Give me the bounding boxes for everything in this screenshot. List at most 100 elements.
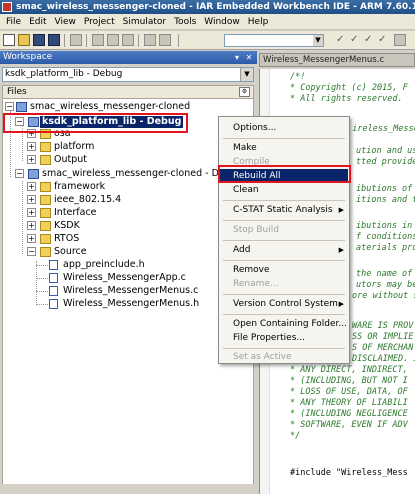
redo-icon[interactable] [159,34,171,46]
open-folder-icon[interactable] [18,34,30,46]
menu-item-file-properties[interactable]: File Properties... [220,331,348,345]
expand-toggle[interactable]: + [27,208,36,217]
menu-item-make[interactable]: Make [220,141,348,155]
folder-icon [40,234,51,244]
copy-icon[interactable] [107,34,119,46]
chevron-down-icon[interactable]: ▼ [313,35,323,46]
tree-connector [36,261,37,305]
window-title-bar: smac_wireless_messenger-cloned - IAR Emb… [0,0,415,14]
folder-icon [40,155,51,165]
expand-toggle[interactable]: + [27,221,36,230]
tree-label: smac_wireless_messenger-cloned - D [42,168,219,179]
menu-separator [223,220,345,221]
code-line: SS OR IMPLIE [352,332,414,342]
toolbar-overflow-icon[interactable] [394,34,406,46]
code-line: * (INCLUDING, BUT NOT I [290,376,408,386]
save-all-icon[interactable] [48,34,60,46]
menu-item-options[interactable]: Options... [220,121,348,135]
check-icon[interactable]: ✓ [378,34,386,46]
menu-simulator[interactable]: Simulator [119,14,170,30]
menu-tools[interactable]: Tools [170,14,200,30]
expand-toggle[interactable]: + [27,234,36,243]
files-header-label: Files [7,87,27,97]
app-icon [2,2,12,12]
code-line: * SOFTWARE, EVEN IF ADV [290,420,408,430]
code-line: */ [290,431,301,441]
settings-icon[interactable]: ⚙ [239,87,250,97]
expand-toggle[interactable]: + [27,142,36,151]
cut-icon[interactable] [92,34,104,46]
undo-icon[interactable] [144,34,156,46]
configuration-select[interactable]: ksdk_platform_lib - Debug ▼ [2,67,254,82]
toolbar-separator [138,34,139,47]
code-line: * ireless_Messenger [342,124,415,134]
folder-icon [40,182,51,192]
expand-toggle[interactable]: + [27,182,36,191]
save-icon[interactable] [33,34,45,46]
code-line-include: #include "Wireless_Mess [290,468,408,478]
tree-label: smac_wireless_messenger-cloned [30,101,191,112]
editor-tab[interactable]: Wireless_MessengerMenus.c [259,53,415,67]
chevron-down-icon[interactable]: ▼ [240,68,253,81]
code-line: /*! [290,72,306,82]
menu-edit[interactable]: Edit [25,14,50,30]
toolbar-separator [178,34,179,47]
menu-item-label: C-STAT Static Analysis [233,205,333,215]
menu-item-label: Version Control System [233,299,338,309]
menu-help[interactable]: Help [244,14,273,30]
menu-item-open-containing-folder[interactable]: Open Containing Folder... [220,317,348,331]
code-line: ibutions of [356,184,413,194]
tree-label: Wireless_MessengerApp.c [63,272,186,283]
tree-label: Interface [54,207,97,218]
code-line: * Copyright (c) 2015, F [290,83,408,93]
collapse-toggle[interactable]: − [15,169,24,178]
menu-separator [223,294,345,295]
menu-item-clean[interactable]: Clean [220,183,348,197]
menu-item-cstat[interactable]: C-STAT Static Analysis ▶ [220,203,348,217]
files-column-header: Files ⚙ [2,85,254,99]
check-icon[interactable]: ✓ [336,34,344,46]
tree-connector [36,265,48,266]
paste-icon[interactable] [122,34,134,46]
menu-project[interactable]: Project [80,14,119,30]
tree-label: platform [54,141,95,152]
folder-open-icon [40,247,51,257]
close-icon[interactable]: ✕ [244,51,254,64]
workspace-icon [16,102,27,112]
code-line: aterials pro [356,243,415,253]
menu-item-remove[interactable]: Remove [220,263,348,277]
menu-item-set-as-active: Set as Active [233,352,292,362]
print-icon[interactable] [70,34,82,46]
menu-item-version-control[interactable]: Version Control System ▶ [220,297,348,311]
expand-toggle[interactable]: + [27,195,36,204]
pin-icon[interactable]: ▾ [232,51,242,64]
menu-file[interactable]: File [2,14,25,30]
code-line: * ANY THEORY OF LIABILI [290,398,408,408]
menu-separator [223,260,345,261]
check-icon[interactable]: ✓ [350,34,358,46]
code-line: itions and t [356,195,415,205]
tree-connector [22,181,23,254]
menu-view[interactable]: View [51,14,80,30]
folder-icon [40,208,51,218]
tree-label: Source [54,246,87,257]
menu-separator [223,240,345,241]
tree-connector [36,278,48,279]
tree-label: Wireless_MessengerMenus.h [63,298,200,309]
menu-separator [223,200,345,201]
expand-toggle[interactable]: + [27,155,36,164]
code-line: * LOSS OF USE, DATA, OF [290,387,408,397]
menu-item-add[interactable]: Add ▶ [220,243,348,257]
c-file-icon [49,286,58,296]
new-file-icon[interactable] [3,34,15,46]
collapse-toggle[interactable]: − [5,102,14,111]
check-icon[interactable]: ✓ [364,34,372,46]
c-file-icon [49,273,58,283]
code-line: the name of [356,269,413,279]
collapse-toggle[interactable]: − [27,247,36,256]
folder-icon [40,142,51,152]
code-line: WARE IS PROV [352,321,414,331]
menu-window[interactable]: Window [200,14,244,30]
find-combo[interactable]: ▼ [224,34,324,47]
code-line: ibutions in [356,221,413,231]
